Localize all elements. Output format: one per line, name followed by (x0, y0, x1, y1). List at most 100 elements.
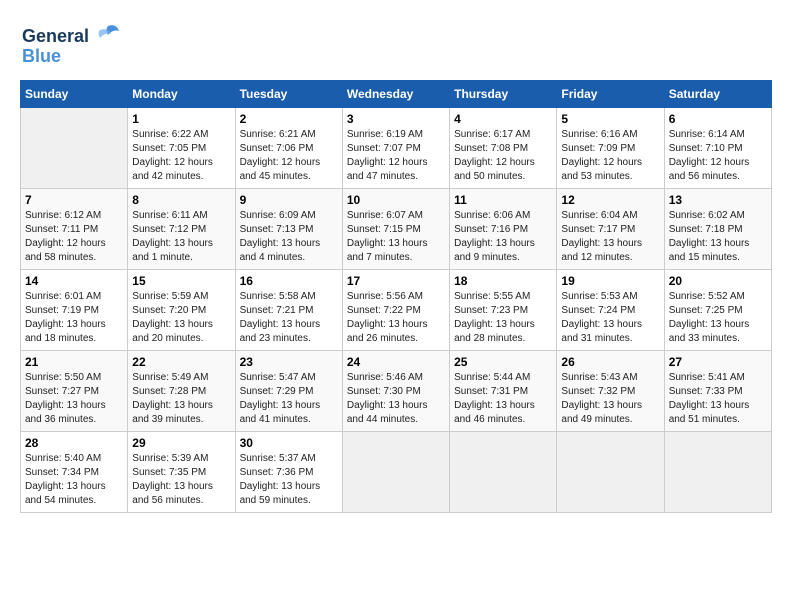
calendar-cell: 6 Sunrise: 6:14 AMSunset: 7:10 PMDaylight… (664, 108, 771, 189)
calendar-cell: 14 Sunrise: 6:01 AMSunset: 7:19 PMDayligh… (21, 270, 128, 351)
header-day-tuesday: Tuesday (235, 81, 342, 108)
day-number: 29 (132, 436, 230, 450)
day-number: 4 (454, 112, 552, 126)
day-info: Sunrise: 6:19 AMSunset: 7:07 PMDaylight:… (347, 129, 428, 182)
day-info: Sunrise: 6:14 AMSunset: 7:10 PMDaylight:… (669, 129, 750, 182)
day-number: 13 (669, 193, 767, 207)
calendar-cell: 21 Sunrise: 5:50 AMSunset: 7:27 PMDayligh… (21, 351, 128, 432)
calendar-cell: 15Sunrise: 5:59 AMSunset: 7:20 PMDayligh… (128, 270, 235, 351)
day-info: Sunrise: 6:02 AMSunset: 7:18 PMDaylight:… (669, 210, 750, 263)
day-number: 3 (347, 112, 445, 126)
calendar-cell: 11 Sunrise: 6:06 AMSunset: 7:16 PMDayligh… (450, 189, 557, 270)
day-info: Sunrise: 6:21 AMSunset: 7:06 PMDaylight:… (240, 129, 321, 182)
calendar-cell: 22Sunrise: 5:49 AMSunset: 7:28 PMDayligh… (128, 351, 235, 432)
calendar-week-4: 21 Sunrise: 5:50 AMSunset: 7:27 PMDayligh… (21, 351, 772, 432)
day-number: 10 (347, 193, 445, 207)
calendar-cell: 2 Sunrise: 6:21 AMSunset: 7:06 PMDaylight… (235, 108, 342, 189)
day-number: 26 (561, 355, 659, 369)
day-info: Sunrise: 5:53 AMSunset: 7:24 PMDaylight:… (561, 291, 642, 344)
day-number: 5 (561, 112, 659, 126)
calendar-cell: 13 Sunrise: 6:02 AMSunset: 7:18 PMDayligh… (664, 189, 771, 270)
calendar-cell: 20 Sunrise: 5:52 AMSunset: 7:25 PMDayligh… (664, 270, 771, 351)
page-header: General Blue (20, 20, 772, 70)
calendar-table: SundayMondayTuesdayWednesdayThursdayFrid… (20, 80, 772, 513)
day-info: Sunrise: 6:09 AMSunset: 7:13 PMDaylight:… (240, 210, 321, 263)
day-info: Sunrise: 5:59 AMSunset: 7:20 PMDaylight:… (132, 291, 213, 344)
day-info: Sunrise: 5:41 AMSunset: 7:33 PMDaylight:… (669, 372, 750, 425)
day-info: Sunrise: 5:55 AMSunset: 7:23 PMDaylight:… (454, 291, 535, 344)
day-number: 9 (240, 193, 338, 207)
calendar-week-2: 7 Sunrise: 6:12 AMSunset: 7:11 PMDaylight… (21, 189, 772, 270)
calendar-week-1: 1 Sunrise: 6:22 AMSunset: 7:05 PMDaylight… (21, 108, 772, 189)
day-info: Sunrise: 5:40 AMSunset: 7:34 PMDaylight:… (25, 453, 106, 506)
day-number: 23 (240, 355, 338, 369)
header-day-thursday: Thursday (450, 81, 557, 108)
day-number: 2 (240, 112, 338, 126)
day-info: Sunrise: 6:12 AMSunset: 7:11 PMDaylight:… (25, 210, 106, 263)
header-day-sunday: Sunday (21, 81, 128, 108)
calendar-cell: 29 Sunrise: 5:39 AMSunset: 7:35 PMDayligh… (128, 432, 235, 513)
day-number: 28 (25, 436, 123, 450)
day-number: 11 (454, 193, 552, 207)
calendar-cell: 28 Sunrise: 5:40 AMSunset: 7:34 PMDayligh… (21, 432, 128, 513)
day-info: Sunrise: 5:56 AMSunset: 7:22 PMDaylight:… (347, 291, 428, 344)
day-info: Sunrise: 5:50 AMSunset: 7:27 PMDaylight:… (25, 372, 106, 425)
calendar-cell (664, 432, 771, 513)
header-day-friday: Friday (557, 81, 664, 108)
calendar-cell: 7 Sunrise: 6:12 AMSunset: 7:11 PMDaylight… (21, 189, 128, 270)
day-number: 19 (561, 274, 659, 288)
day-info: Sunrise: 5:47 AMSunset: 7:29 PMDaylight:… (240, 372, 321, 425)
day-info: Sunrise: 6:17 AMSunset: 7:08 PMDaylight:… (454, 129, 535, 182)
day-number: 18 (454, 274, 552, 288)
day-number: 30 (240, 436, 338, 450)
calendar-cell: 1 Sunrise: 6:22 AMSunset: 7:05 PMDaylight… (128, 108, 235, 189)
calendar-cell: 30 Sunrise: 5:37 AMSunset: 7:36 PMDayligh… (235, 432, 342, 513)
day-info: Sunrise: 6:01 AMSunset: 7:19 PMDaylight:… (25, 291, 106, 344)
day-number: 16 (240, 274, 338, 288)
day-info: Sunrise: 5:43 AMSunset: 7:32 PMDaylight:… (561, 372, 642, 425)
calendar-cell: 17 Sunrise: 5:56 AMSunset: 7:22 PMDayligh… (342, 270, 449, 351)
day-info: Sunrise: 6:16 AMSunset: 7:09 PMDaylight:… (561, 129, 642, 182)
header-day-wednesday: Wednesday (342, 81, 449, 108)
day-number: 12 (561, 193, 659, 207)
day-info: Sunrise: 5:49 AMSunset: 7:28 PMDaylight:… (132, 372, 213, 425)
day-number: 17 (347, 274, 445, 288)
header-day-monday: Monday (128, 81, 235, 108)
calendar-cell: 16 Sunrise: 5:58 AMSunset: 7:21 PMDayligh… (235, 270, 342, 351)
day-number: 7 (25, 193, 123, 207)
day-number: 27 (669, 355, 767, 369)
day-info: Sunrise: 5:46 AMSunset: 7:30 PMDaylight:… (347, 372, 428, 425)
day-number: 14 (25, 274, 123, 288)
day-info: Sunrise: 5:39 AMSunset: 7:35 PMDaylight:… (132, 453, 213, 506)
calendar-cell (21, 108, 128, 189)
calendar-week-3: 14 Sunrise: 6:01 AMSunset: 7:19 PMDayligh… (21, 270, 772, 351)
day-number: 21 (25, 355, 123, 369)
calendar-body: 1 Sunrise: 6:22 AMSunset: 7:05 PMDaylight… (21, 108, 772, 513)
calendar-cell: 3 Sunrise: 6:19 AMSunset: 7:07 PMDaylight… (342, 108, 449, 189)
day-number: 6 (669, 112, 767, 126)
day-info: Sunrise: 6:07 AMSunset: 7:15 PMDaylight:… (347, 210, 428, 263)
calendar-cell: 24Sunrise: 5:46 AMSunset: 7:30 PMDayligh… (342, 351, 449, 432)
logo-svg: General Blue (20, 20, 120, 70)
day-info: Sunrise: 5:37 AMSunset: 7:36 PMDaylight:… (240, 453, 321, 506)
calendar-cell (557, 432, 664, 513)
day-info: Sunrise: 5:52 AMSunset: 7:25 PMDaylight:… (669, 291, 750, 344)
header-day-saturday: Saturday (664, 81, 771, 108)
day-info: Sunrise: 6:04 AMSunset: 7:17 PMDaylight:… (561, 210, 642, 263)
calendar-cell: 27 Sunrise: 5:41 AMSunset: 7:33 PMDayligh… (664, 351, 771, 432)
day-info: Sunrise: 6:22 AMSunset: 7:05 PMDaylight:… (132, 129, 213, 182)
calendar-header-row: SundayMondayTuesdayWednesdayThursdayFrid… (21, 81, 772, 108)
calendar-cell: 9 Sunrise: 6:09 AMSunset: 7:13 PMDaylight… (235, 189, 342, 270)
calendar-cell: 26 Sunrise: 5:43 AMSunset: 7:32 PMDayligh… (557, 351, 664, 432)
day-number: 20 (669, 274, 767, 288)
day-info: Sunrise: 6:06 AMSunset: 7:16 PMDaylight:… (454, 210, 535, 263)
day-number: 8 (132, 193, 230, 207)
calendar-cell: 18 Sunrise: 5:55 AMSunset: 7:23 PMDayligh… (450, 270, 557, 351)
calendar-cell: 8Sunrise: 6:11 AMSunset: 7:12 PMDaylight… (128, 189, 235, 270)
svg-text:General: General (22, 26, 89, 46)
day-number: 25 (454, 355, 552, 369)
day-number: 1 (132, 112, 230, 126)
calendar-cell: 12 Sunrise: 6:04 AMSunset: 7:17 PMDayligh… (557, 189, 664, 270)
calendar-cell: 10 Sunrise: 6:07 AMSunset: 7:15 PMDayligh… (342, 189, 449, 270)
day-info: Sunrise: 5:58 AMSunset: 7:21 PMDaylight:… (240, 291, 321, 344)
